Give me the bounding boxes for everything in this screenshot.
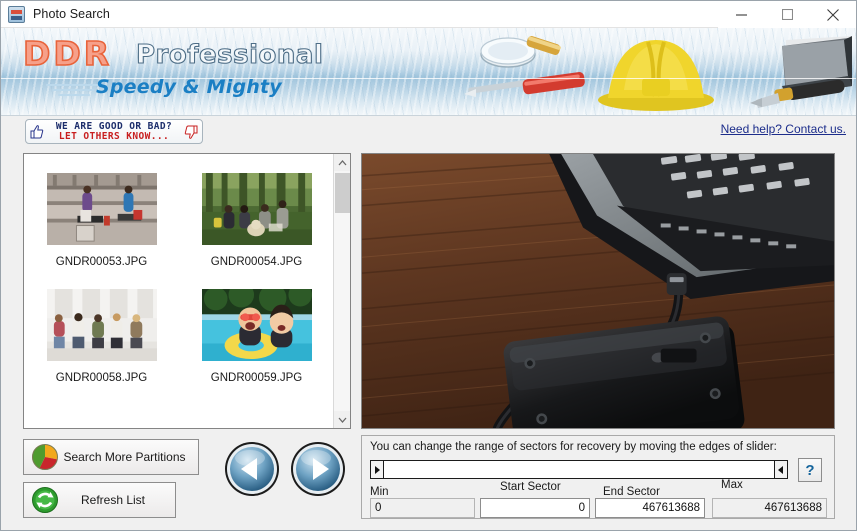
thumbs-up-icon	[30, 124, 44, 138]
photo-group-picnic-forest	[201, 173, 312, 245]
photo-group-of-friends-sitting	[46, 289, 157, 361]
brand-logo-ddr: DDR	[22, 33, 113, 74]
app-icon	[8, 5, 25, 23]
refresh-list-button[interactable]: Refresh List	[23, 482, 176, 518]
chevron-up-icon	[338, 159, 347, 165]
start-sector-label: Start Sector	[500, 481, 561, 493]
main-content: GNDR00053.JPG GNDR00054.JPG GNDR00058.JP…	[1, 149, 856, 522]
list-item[interactable]: GNDR00054.JPG	[179, 166, 334, 282]
file-list-scrollbar[interactable]	[333, 154, 350, 428]
chevron-down-icon	[338, 417, 347, 423]
thumbnail-image[interactable]	[200, 172, 313, 246]
refresh-icon	[32, 487, 58, 513]
slider-start-handle[interactable]	[371, 461, 384, 478]
window-controls	[718, 1, 856, 28]
slider-end-handle[interactable]	[774, 461, 787, 478]
brand-banner: DDR Professional Speedy & Mighty	[1, 28, 856, 116]
scroll-up-button[interactable]	[334, 154, 350, 171]
file-name: GNDR00058.JPG	[55, 372, 148, 384]
sector-range-panel: You can change the range of sectors for …	[361, 435, 835, 519]
end-sector-field[interactable]	[595, 498, 705, 518]
photo-search-window: Photo Search DDR Professional Speedy & M…	[0, 0, 857, 531]
min-field	[370, 498, 475, 518]
max-label: Max	[721, 479, 743, 491]
next-button[interactable]	[290, 441, 346, 497]
screwdriver-icon	[464, 72, 585, 97]
search-more-partitions-label: Search More Partitions	[63, 450, 186, 464]
max-field	[712, 498, 827, 518]
triangle-left-icon	[778, 465, 783, 474]
thumbnail-image[interactable]	[45, 288, 158, 362]
min-label: Min	[370, 486, 389, 498]
search-more-partitions-button[interactable]: Search More Partitions	[23, 439, 199, 475]
maximize-button[interactable]	[764, 1, 810, 28]
image-preview-panel	[361, 153, 835, 429]
brand-logo-professional: Professional	[135, 39, 324, 70]
photo-two-women-on-steps	[46, 173, 157, 245]
rate-us-text: WE ARE GOOD OR BAD? LET OTHERS KNOW...	[44, 122, 184, 141]
triangle-right-icon	[375, 465, 380, 474]
minimize-button[interactable]	[718, 1, 764, 28]
title-bar: Photo Search	[1, 1, 856, 28]
help-button[interactable]: ?	[798, 458, 822, 482]
end-sector-label: End Sector	[603, 486, 660, 498]
file-name: GNDR00059.JPG	[210, 372, 303, 384]
file-thumbnail-list[interactable]: GNDR00053.JPG GNDR00054.JPG GNDR00058.JP…	[23, 153, 351, 429]
thumbnail-image[interactable]	[200, 288, 313, 362]
preview-external-hard-drive-on-desk	[362, 154, 834, 428]
file-name: GNDR00054.JPG	[210, 256, 303, 268]
refresh-list-label: Refresh List	[80, 493, 146, 507]
file-name: GNDR00053.JPG	[55, 256, 148, 268]
brand-tagline: Speedy & Mighty	[96, 76, 282, 98]
list-item[interactable]: GNDR00059.JPG	[179, 282, 334, 398]
slider-track[interactable]	[384, 461, 774, 478]
thumbnail-grid: GNDR00053.JPG GNDR00054.JPG GNDR00058.JP…	[24, 154, 334, 398]
sector-range-hint: You can change the range of sectors for …	[370, 441, 777, 453]
thumbs-down-icon	[184, 125, 198, 139]
scrollbar-thumb[interactable]	[335, 173, 350, 213]
sector-range-slider[interactable]	[370, 460, 788, 479]
scroll-down-button[interactable]	[334, 411, 350, 428]
rate-line-2: LET OTHERS KNOW...	[58, 130, 170, 142]
close-button[interactable]	[810, 1, 856, 28]
window-title: Photo Search	[33, 7, 110, 21]
thumbnail-image[interactable]	[45, 172, 158, 246]
tagline-speedlines	[46, 84, 98, 99]
utility-bar: WE ARE GOOD OR BAD? LET OTHERS KNOW... N…	[1, 116, 856, 149]
photo-kids-in-swimming-pool	[201, 289, 312, 361]
banner-artwork	[464, 36, 852, 111]
list-item[interactable]: GNDR00058.JPG	[24, 282, 179, 398]
hardhat-icon	[598, 40, 714, 111]
contact-us-link[interactable]: Need help? Contact us.	[721, 122, 846, 136]
list-item[interactable]: GNDR00053.JPG	[24, 166, 179, 282]
start-sector-field[interactable]	[480, 498, 590, 518]
magnifier-icon	[480, 36, 561, 68]
pie-chart-icon	[32, 444, 58, 470]
previous-button[interactable]	[224, 441, 280, 497]
rate-us-badge[interactable]: WE ARE GOOD OR BAD? LET OTHERS KNOW...	[25, 119, 203, 144]
